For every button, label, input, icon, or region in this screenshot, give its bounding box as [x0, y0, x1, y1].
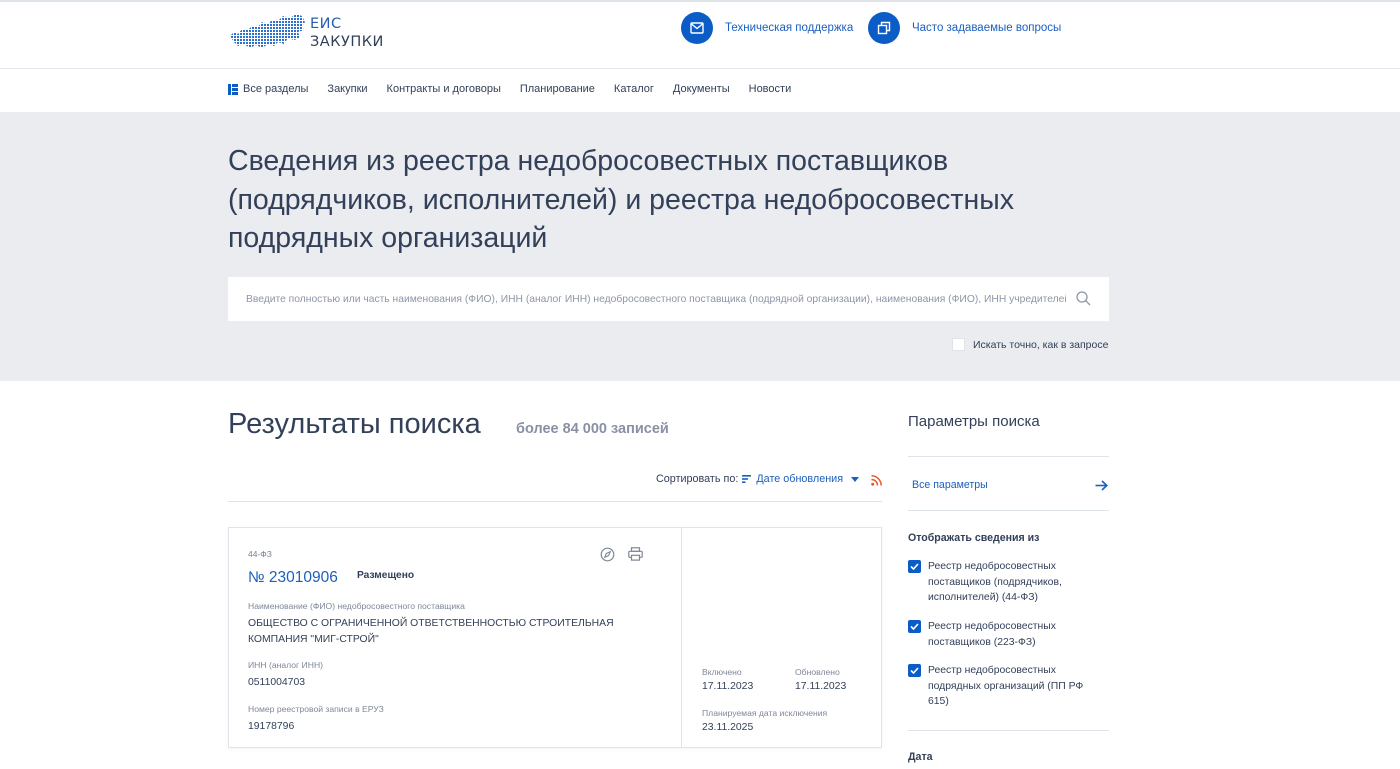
- nav-item-all-sections[interactable]: Все разделы: [228, 83, 308, 95]
- inn-label: ИНН (аналог ИНН): [248, 660, 324, 670]
- option-pp615[interactable]: Реестр недобросовестных подрядных органи…: [908, 663, 1088, 710]
- updated-label: Обновлено: [795, 667, 840, 677]
- sort-dropdown[interactable]: Дате обновления: [742, 473, 860, 485]
- sort-value: Дате обновления: [756, 473, 844, 485]
- chevron-down-icon: [851, 473, 860, 485]
- sidebar-divider: [908, 456, 1109, 457]
- eruz-value: 19178796: [248, 721, 295, 732]
- sort-label: Сортировать по:: [656, 473, 739, 485]
- exact-search-checkbox[interactable]: Искать точно, как в запросе: [952, 338, 1108, 351]
- card-divider: [681, 528, 682, 747]
- exclusion-label: Планируемая дата исключения: [702, 708, 828, 718]
- search-icon[interactable]: [1076, 291, 1091, 311]
- results-divider: [228, 501, 882, 502]
- sidebar-divider: [908, 730, 1109, 731]
- page-title: Сведения из реестра недобросовестных пос…: [228, 145, 1014, 254]
- checkbox-box[interactable]: [952, 338, 965, 351]
- nav-item-catalog[interactable]: Каталог: [614, 83, 654, 95]
- sort-bar: Сортировать по: Дате обновления: [656, 473, 860, 485]
- nav-item-documents[interactable]: Документы: [673, 83, 730, 95]
- support-label: Техническая поддержка: [725, 22, 854, 34]
- all-params-link[interactable]: Все параметры: [908, 475, 1109, 495]
- checkbox-checked[interactable]: [908, 664, 921, 677]
- hero-section: Сведения из реестра недобросовестных пос…: [0, 112, 1400, 381]
- copy-icon: [868, 12, 900, 44]
- main-nav: Все разделы Закупки Контракты и договоры…: [0, 70, 1400, 112]
- checkbox-checked[interactable]: [908, 560, 921, 573]
- print-icon[interactable]: [628, 547, 643, 566]
- supplier-name-value: ОБЩЕСТВО С ОГРАНИЧЕННОЙ ОТВЕТСТВЕННОСТЬЮ…: [248, 618, 614, 645]
- faq-link[interactable]: Часто задаваемые вопросы: [868, 11, 1061, 45]
- russia-map-icon: [230, 14, 305, 48]
- mail-icon: [681, 12, 713, 44]
- faq-label: Часто задаваемые вопросы: [912, 22, 1062, 34]
- included-label: Включено: [702, 667, 742, 677]
- header: ЕИС ЗАКУПКИ Техническая поддержка Часто …: [0, 2, 1400, 69]
- arrow-right-icon: [1095, 479, 1108, 491]
- logo-line-1: ЕИС: [310, 16, 342, 32]
- all-params-label: Все параметры: [912, 479, 988, 491]
- nav-item-planning[interactable]: Планирование: [520, 83, 595, 95]
- results-title: Результаты поиска: [228, 408, 481, 440]
- result-card: 44-ФЗ № 23010906 Размещено Наименование …: [228, 527, 882, 748]
- checkbox-checked[interactable]: [908, 620, 921, 633]
- show-info-heading: Отображать сведения из: [908, 532, 1040, 544]
- nav-item-purchases[interactable]: Закупки: [327, 83, 367, 95]
- option-label: Реестр недобросовестных поставщиков (223…: [928, 621, 1056, 648]
- rss-icon[interactable]: [871, 473, 882, 491]
- logo[interactable]: ЕИС ЗАКУПКИ: [228, 12, 398, 52]
- option-223fz[interactable]: Реестр недобросовестных поставщиков (223…: [908, 619, 1088, 650]
- eruz-label: Номер реестровой записи в ЕРУЗ: [248, 704, 384, 714]
- sort-icon: [742, 475, 752, 483]
- option-44fz[interactable]: Реестр недобросовестных поставщиков (под…: [908, 559, 1088, 606]
- nav-item-news[interactable]: Новости: [749, 83, 792, 95]
- grid-menu-icon: [228, 83, 238, 95]
- inn-value: 0511004703: [248, 677, 306, 688]
- search-input[interactable]: [246, 279, 1066, 319]
- supplier-name-label: Наименование (ФИО) недобросовестного пос…: [248, 601, 465, 611]
- sidebar-divider: [908, 510, 1109, 511]
- compass-icon[interactable]: [600, 547, 615, 567]
- option-label: Реестр недобросовестных поставщиков (под…: [928, 561, 1062, 604]
- logo-line-2: ЗАКУПКИ: [310, 34, 384, 50]
- option-label: Реестр недобросовестных подрядных органи…: [928, 665, 1084, 708]
- exclusion-value: 23.11.2025: [702, 722, 754, 733]
- law-label: 44-ФЗ: [248, 549, 272, 559]
- search-bar: [228, 277, 1109, 321]
- support-link[interactable]: Техническая поддержка: [681, 11, 853, 45]
- exact-search-label: Искать точно, как в запросе: [973, 338, 1109, 351]
- nav-label: Все разделы: [243, 83, 309, 95]
- registry-number-link[interactable]: № 23010906: [248, 569, 338, 587]
- nav-item-contracts[interactable]: Контракты и договоры: [387, 83, 501, 95]
- search-params-title: Параметры поиска: [908, 413, 1040, 430]
- updated-value: 17.11.2023: [795, 681, 847, 692]
- date-heading: Дата: [908, 751, 933, 763]
- included-value: 17.11.2023: [702, 681, 754, 692]
- results-count: более 84 000 записей: [516, 421, 669, 437]
- status-badge: Размещено: [357, 570, 415, 581]
